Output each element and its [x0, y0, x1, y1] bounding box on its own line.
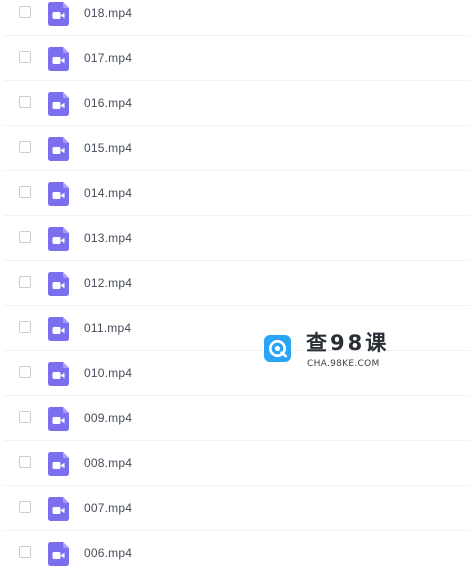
row-checkbox[interactable] — [19, 321, 31, 333]
file-row[interactable]: 017.mp4 — [4, 36, 470, 81]
file-name[interactable]: 009.mp4 — [84, 410, 132, 426]
video-file-icon — [48, 317, 69, 341]
row-checkbox[interactable] — [19, 186, 31, 198]
file-row[interactable]: 008.mp4 — [4, 441, 470, 486]
video-file-icon — [48, 272, 69, 296]
video-file-icon — [48, 452, 69, 476]
file-row[interactable]: 006.mp4 — [4, 531, 470, 576]
file-name[interactable]: 006.mp4 — [84, 545, 132, 561]
video-file-icon — [48, 362, 69, 386]
video-file-icon — [48, 542, 69, 566]
file-row[interactable]: 011.mp4 — [4, 306, 470, 351]
row-checkbox[interactable] — [19, 276, 31, 288]
video-file-icon — [48, 92, 69, 116]
file-row[interactable]: 014.mp4 — [4, 171, 470, 216]
row-checkbox[interactable] — [19, 141, 31, 153]
file-name[interactable]: 015.mp4 — [84, 140, 132, 156]
file-list: 018.mp4 017.mp4 016.mp4 015.mp4 014.mp4 … — [0, 0, 470, 576]
file-name[interactable]: 017.mp4 — [84, 50, 132, 66]
file-name[interactable]: 011.mp4 — [84, 320, 131, 336]
video-file-icon — [48, 137, 69, 161]
row-checkbox[interactable] — [19, 456, 31, 468]
video-file-icon — [48, 182, 69, 206]
video-file-icon — [48, 2, 69, 26]
file-row[interactable]: 016.mp4 — [4, 81, 470, 126]
row-checkbox[interactable] — [19, 96, 31, 108]
video-file-icon — [48, 497, 69, 521]
file-row[interactable]: 007.mp4 — [4, 486, 470, 531]
video-file-icon — [48, 47, 69, 71]
watermark-url: CHA.98KE.COM — [307, 359, 380, 369]
file-row[interactable]: 012.mp4 — [4, 261, 470, 306]
file-name[interactable]: 016.mp4 — [84, 95, 132, 111]
file-name[interactable]: 012.mp4 — [84, 275, 132, 291]
row-checkbox[interactable] — [19, 6, 31, 18]
file-name[interactable]: 014.mp4 — [84, 185, 132, 201]
row-checkbox[interactable] — [19, 231, 31, 243]
cha98ke-logo-icon — [264, 335, 291, 362]
file-row[interactable]: 015.mp4 — [4, 126, 470, 171]
row-checkbox[interactable] — [19, 501, 31, 513]
file-name[interactable]: 010.mp4 — [84, 365, 132, 381]
row-checkbox[interactable] — [19, 411, 31, 423]
file-name[interactable]: 018.mp4 — [84, 5, 132, 21]
file-name[interactable]: 013.mp4 — [84, 230, 132, 246]
row-checkbox[interactable] — [19, 51, 31, 63]
file-row[interactable]: 009.mp4 — [4, 396, 470, 441]
file-name[interactable]: 007.mp4 — [84, 500, 132, 516]
video-file-icon — [48, 227, 69, 251]
file-row[interactable]: 013.mp4 — [4, 216, 470, 261]
row-checkbox[interactable] — [19, 366, 31, 378]
file-row[interactable]: 010.mp4 — [4, 351, 470, 396]
video-file-icon — [48, 407, 69, 431]
file-row[interactable]: 018.mp4 — [4, 0, 470, 36]
row-checkbox[interactable] — [19, 546, 31, 558]
watermark-title: 查98课 — [306, 331, 390, 355]
file-name[interactable]: 008.mp4 — [84, 455, 132, 471]
watermark: 查98课 CHA.98KE.COM — [264, 330, 394, 374]
